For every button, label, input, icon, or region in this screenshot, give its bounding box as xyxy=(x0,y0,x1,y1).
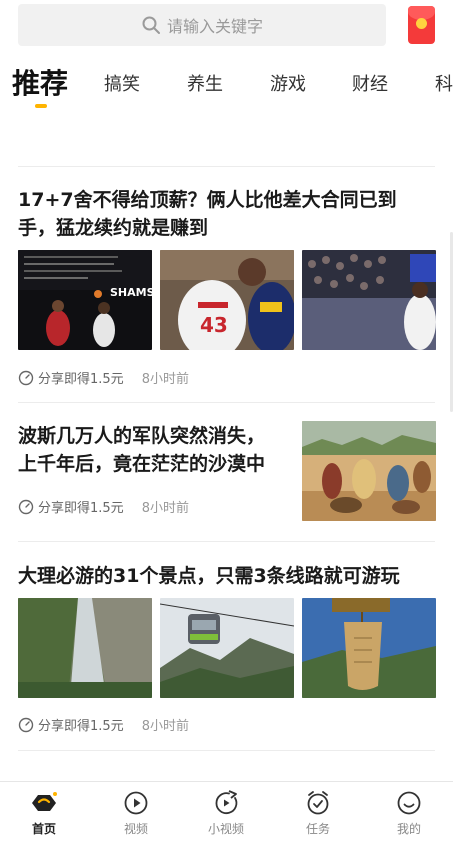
active-tab-indicator xyxy=(35,104,47,108)
short-video-icon xyxy=(215,790,238,815)
red-packet-icon[interactable] xyxy=(408,6,435,44)
article-title[interactable]: 波斯几万人的军队突然消失， 上千年后，竟在茫茫的沙漠中 xyxy=(18,422,288,478)
tab-recommend[interactable]: 推荐 xyxy=(12,62,68,102)
timestamp: 8小时前 xyxy=(141,719,189,734)
share-timer-icon xyxy=(18,370,34,385)
share-timer-icon xyxy=(18,499,34,514)
article-thumbnail[interactable]: 43 xyxy=(160,250,294,350)
nav-label: 我的 xyxy=(396,822,421,836)
article-title[interactable]: 17+7舍不得给顶薪？俩人比他差大合同已到 手，猛龙续约就是赚到 xyxy=(18,186,428,242)
article-meta: 分享即得1.5元 8小时前 xyxy=(18,368,189,387)
article-title-line: 17+7舍不得给顶薪？俩人比他差大合同已到 xyxy=(18,189,397,211)
nav-tasks[interactable]: 任务 xyxy=(288,790,348,837)
nav-profile[interactable]: 我的 xyxy=(379,790,439,837)
nav-label: 首页 xyxy=(31,822,56,836)
share-timer-icon xyxy=(18,717,34,732)
nav-label: 视频 xyxy=(123,822,148,836)
divider xyxy=(18,402,435,403)
article-title-line: 波斯几万人的军队突然消失， xyxy=(18,425,266,447)
search-bar[interactable]: 请输入关键字 xyxy=(18,4,386,46)
task-alarm-icon xyxy=(307,791,329,815)
article-meta: 分享即得1.5元 8小时前 xyxy=(18,497,189,516)
tab-health[interactable]: 养生 xyxy=(187,70,223,96)
article-thumbnail[interactable] xyxy=(160,598,294,698)
share-reward-text: 分享即得1.5元 xyxy=(38,719,124,734)
nav-label: 任务 xyxy=(305,822,330,836)
search-placeholder: 请输入关键字 xyxy=(166,17,263,36)
article-thumbnail[interactable] xyxy=(18,598,152,698)
article-title-line: 大理必游的31个景点，只需3条线路就可游玩 xyxy=(18,565,400,587)
share-reward-text: 分享即得1.5元 xyxy=(38,501,124,516)
article-title[interactable]: 大理必游的31个景点，只需3条线路就可游玩 xyxy=(18,562,428,590)
nav-short-video[interactable]: 小视频 xyxy=(196,790,256,837)
timestamp: 8小时前 xyxy=(141,501,189,516)
article-thumbnail[interactable] xyxy=(302,421,436,521)
profile-smile-icon xyxy=(397,791,421,815)
article-title-line: 手，猛龙续约就是赚到 xyxy=(18,217,209,239)
nav-video[interactable]: 视频 xyxy=(106,790,166,837)
article-thumbnail[interactable]: SHAMS xyxy=(18,250,152,350)
tab-funny[interactable]: 搞笑 xyxy=(104,70,140,96)
timestamp: 8小时前 xyxy=(141,372,189,387)
search-icon xyxy=(142,16,160,34)
share-reward-text: 分享即得1.5元 xyxy=(38,372,124,387)
divider xyxy=(18,541,435,542)
tab-science[interactable]: 科 xyxy=(435,70,453,96)
article-thumbnail[interactable] xyxy=(302,250,436,350)
bottom-nav: 首页 视频 小视频 任务 我的 xyxy=(0,781,453,843)
category-tabs: 推荐 搞笑 养生 游戏 财经 科 xyxy=(0,62,453,106)
divider xyxy=(18,750,435,751)
thumbnail-caption: SHAMS xyxy=(110,286,152,299)
divider xyxy=(18,166,435,167)
article-thumbnail[interactable] xyxy=(302,598,436,698)
article-title-line: 上千年后，竟在茫茫的沙漠中 xyxy=(18,453,266,475)
tab-games[interactable]: 游戏 xyxy=(270,70,306,96)
svg-text:43: 43 xyxy=(200,313,228,337)
nav-label: 小视频 xyxy=(207,822,244,836)
video-play-icon xyxy=(124,791,148,815)
tab-finance[interactable]: 财经 xyxy=(352,70,388,96)
article-meta: 分享即得1.5元 8小时前 xyxy=(18,715,189,734)
home-hexagon-icon xyxy=(32,792,57,811)
nav-home[interactable]: 首页 xyxy=(14,790,74,837)
